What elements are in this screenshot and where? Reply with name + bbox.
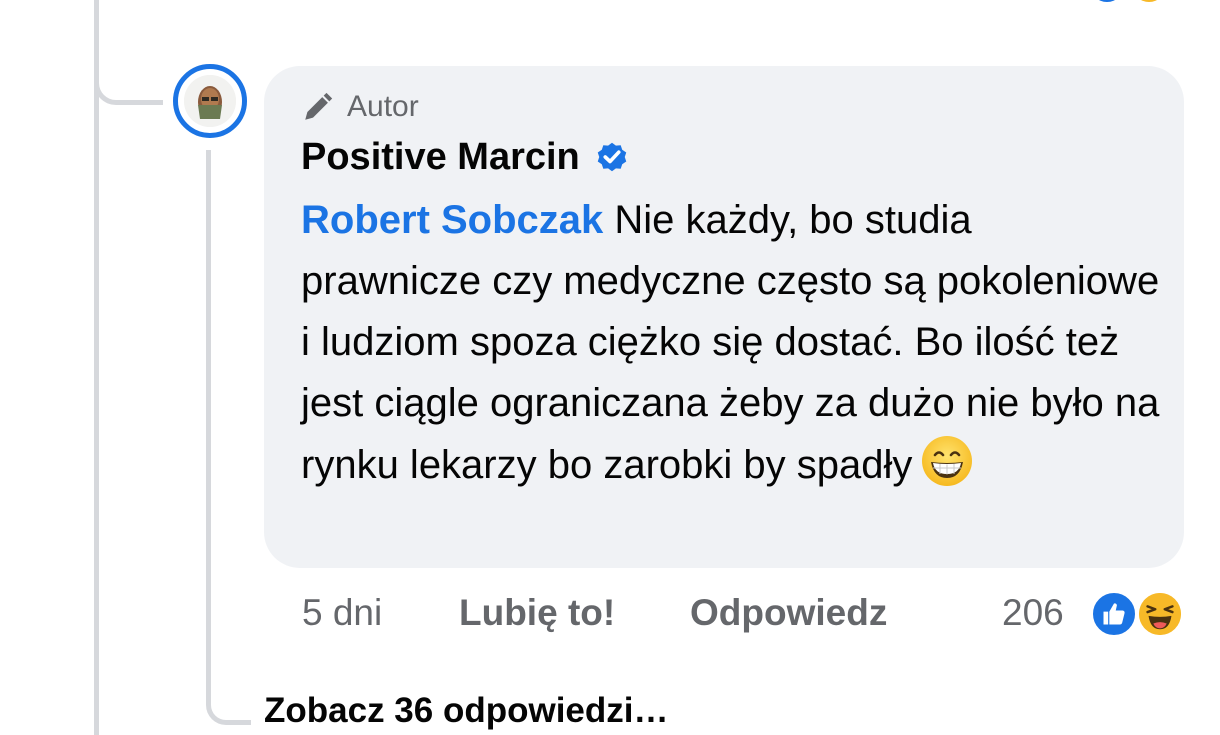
- view-replies-link[interactable]: Zobacz 36 odpowiedzi…: [264, 688, 668, 734]
- author-badge: Autor: [301, 86, 1154, 128]
- grinning-face-emoji: [920, 434, 974, 488]
- haha-reaction-icon: [1132, 0, 1166, 2]
- previous-comment-reactions: [1090, 0, 1180, 4]
- replies-thread-line: [206, 150, 251, 725]
- thread-connector: [94, 40, 163, 105]
- avatar-image: [184, 75, 236, 127]
- haha-reaction-icon: [1136, 590, 1184, 638]
- comment-thread: Autor Positive Marcin Robert Sobczak Nie…: [0, 0, 1220, 735]
- avatar[interactable]: [173, 64, 247, 138]
- pen-icon: [301, 90, 335, 124]
- reaction-summary[interactable]: [1086, 588, 1186, 638]
- author-row: Positive Marcin: [301, 132, 1154, 182]
- like-reaction-icon: [1090, 590, 1138, 638]
- comment-bubble: Autor Positive Marcin Robert Sobczak Nie…: [264, 66, 1184, 568]
- comment-timestamp[interactable]: 5 dni: [302, 588, 382, 638]
- like-reaction-icon: [1090, 0, 1124, 2]
- verified-badge-icon: [594, 139, 630, 175]
- like-button[interactable]: Lubię to!: [459, 588, 615, 638]
- reply-button[interactable]: Odpowiedz: [690, 588, 887, 638]
- thread-line: [94, 0, 99, 735]
- reaction-count[interactable]: 206: [1002, 588, 1064, 638]
- author-name[interactable]: Positive Marcin: [301, 136, 580, 179]
- comment-actions: 5 dni Lubię to! Odpowiedz 206: [302, 588, 1192, 638]
- comment-text: Robert Sobczak Nie każdy, bo studia praw…: [301, 190, 1161, 496]
- author-badge-label: Autor: [347, 90, 419, 123]
- mention-link[interactable]: Robert Sobczak: [301, 198, 603, 242]
